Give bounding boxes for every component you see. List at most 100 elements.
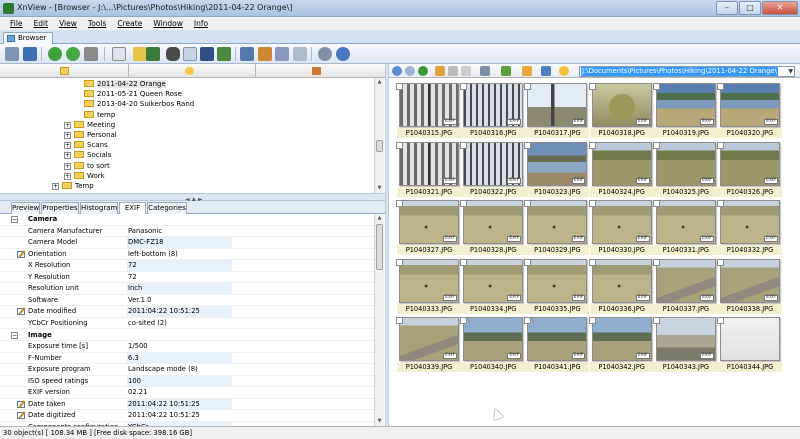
thumbnail[interactable]: EXIF P1040339.JPG (392, 315, 461, 374)
reload-icon[interactable] (66, 47, 80, 61)
menu-view[interactable]: View (59, 19, 77, 28)
thumbnail-image[interactable]: EXIF (655, 200, 716, 245)
thumbnail-checkbox[interactable] (524, 258, 532, 266)
thumbnail-image[interactable]: EXIF (399, 83, 459, 127)
exif-row[interactable]: Date taken 2011:04:22 10:51:25 (0, 398, 374, 411)
exif-row[interactable]: Orientation left-bottom (8) (0, 249, 374, 261)
thumbnail-image[interactable]: EXIF (399, 141, 459, 186)
thumbnail[interactable]: EXIF P1040326.JPG (713, 140, 782, 199)
thumbnail-checkbox[interactable] (524, 83, 532, 90)
thumbnail-image[interactable]: EXIF (399, 258, 459, 303)
thumbnail[interactable]: EXIF P1040328.JPG (456, 198, 526, 257)
up-arrow-icon[interactable] (418, 66, 428, 76)
filter-icon[interactable] (522, 66, 532, 76)
thumbnail-image[interactable]: EXIF (399, 200, 459, 245)
exif-row[interactable]: Y Resolution 72 (0, 272, 374, 284)
back-arrow-icon[interactable] (392, 66, 402, 76)
sync-icon[interactable] (541, 66, 551, 76)
tree-item[interactable]: 2013-04-20 Suikerbos Rand (84, 99, 194, 109)
thumbnail-checkbox[interactable] (588, 83, 596, 90)
thumbnail-checkbox[interactable] (460, 258, 468, 266)
thumbnail[interactable]: EXIF P1040329.JPG (520, 198, 590, 257)
forward-arrow-icon[interactable] (405, 66, 415, 76)
thumbnail[interactable]: EXIF P1040337.JPG (649, 257, 718, 316)
binoculars-icon[interactable] (166, 47, 180, 61)
menu-tools[interactable]: Tools (88, 19, 106, 28)
thumbnail-image[interactable]: EXIF (399, 317, 459, 362)
convert-icon[interactable] (240, 47, 254, 61)
thumbnail-image[interactable]: EXIF (655, 83, 716, 127)
thumbnail-image[interactable]: EXIF (527, 200, 588, 245)
exif-row[interactable]: Exposure time [s] 1/500 (0, 341, 374, 353)
thumbnail[interactable]: EXIF P1040324.JPG (585, 140, 654, 199)
thumbnail[interactable]: EXIF P1040340.JPG (456, 315, 526, 374)
thumbnail[interactable]: EXIF P1040322.JPG (456, 140, 526, 199)
info-icon[interactable] (336, 47, 350, 61)
move-icon[interactable] (146, 47, 160, 61)
thumbnail-checkbox[interactable] (588, 200, 596, 208)
thumbnail-image[interactable]: EXIF (591, 258, 652, 303)
thumbnail[interactable]: EXIF P1040332.JPG (713, 198, 782, 257)
folders-tab-icon[interactable] (60, 67, 69, 75)
expand-icon[interactable]: + (64, 162, 71, 170)
screen-capture-icon[interactable] (275, 47, 289, 61)
camera-icon[interactable] (84, 47, 98, 61)
tree-scrollbar[interactable]: ▲ ▼ (374, 78, 384, 193)
new-folder-icon[interactable] (435, 66, 445, 76)
close-button[interactable]: ✕ (762, 1, 798, 15)
tab-browser[interactable]: Browser (3, 32, 53, 44)
view-mode-icon[interactable] (480, 66, 490, 76)
menu-create[interactable]: Create (117, 19, 142, 28)
thumbnail[interactable]: EXIF P1040316.JPG (456, 81, 526, 140)
exif-row[interactable]: F-Number 6.3 (0, 352, 374, 365)
thumbnail-checkbox[interactable] (396, 258, 403, 266)
tree-item[interactable]: + Personal (64, 130, 117, 140)
thumbnail-checkbox[interactable] (717, 83, 724, 90)
exif-scrollbar[interactable]: ▲ ▼ (374, 214, 384, 426)
tree-item[interactable]: + Work (64, 171, 105, 181)
thumbnail-checkbox[interactable] (524, 317, 532, 325)
sort-icon[interactable] (501, 66, 511, 76)
exif-row[interactable]: ISO speed ratings 100 (0, 375, 374, 388)
refresh-icon[interactable] (48, 47, 62, 61)
expand-icon[interactable]: + (64, 132, 71, 139)
exif-row[interactable]: Camera Manufacturer Panasonic (0, 226, 374, 238)
categories-tab-icon[interactable] (312, 67, 321, 75)
tree-item[interactable]: 2011-05-21 Queen Rose (84, 89, 182, 99)
exif-row[interactable]: Resolution unit Inch (0, 283, 374, 295)
thumbnail[interactable]: EXIF P1040335.JPG (520, 257, 590, 316)
thumbnail-image[interactable]: EXIF (463, 200, 524, 245)
exif-row[interactable]: X Resolution 72 (0, 260, 374, 272)
chevron-down-icon[interactable]: ▼ (788, 67, 793, 76)
menu-edit[interactable]: Edit (34, 19, 49, 28)
tree-item[interactable]: + Meeting (64, 120, 115, 130)
thumbnail-image[interactable]: EXIF (720, 83, 780, 127)
thumbnail-checkbox[interactable] (652, 141, 660, 149)
tree-item[interactable]: + Socials (64, 150, 111, 160)
thumbnail-checkbox[interactable] (717, 258, 724, 266)
exif-section[interactable]: − Camera (0, 214, 374, 226)
thumbnail-image[interactable]: EXIF (591, 200, 652, 245)
expand-icon[interactable]: + (64, 152, 71, 160)
thumbnail-checkbox[interactable] (396, 317, 403, 325)
thumbnail[interactable]: EXIF P1040341.JPG (520, 315, 590, 374)
tree-item[interactable]: + Scans (64, 140, 108, 150)
image-icon[interactable] (217, 47, 231, 61)
expand-icon[interactable]: + (64, 121, 71, 129)
collapse-icon[interactable]: − (11, 331, 18, 339)
thumbnail[interactable]: EXIF P1040333.JPG (392, 257, 461, 316)
settings-gear-icon[interactable] (318, 47, 332, 61)
thumbnail-image[interactable]: EXIF (720, 258, 780, 303)
thumbnail[interactable]: P1040344.JPG (713, 315, 782, 374)
thumbnail-checkbox[interactable] (524, 200, 532, 208)
thumbnail[interactable]: EXIF P1040343.JPG (649, 315, 718, 374)
collapse-icon[interactable]: − (11, 216, 18, 223)
maximize-button[interactable]: □ (739, 1, 761, 15)
thumbnail-checkbox[interactable] (717, 200, 724, 208)
thumbnail-checkbox[interactable] (588, 141, 596, 149)
menu-file[interactable]: File (10, 19, 23, 28)
tab-categories[interactable]: Categories (147, 202, 187, 214)
tree-item[interactable]: + Temp (52, 181, 94, 191)
thumbnail-checkbox[interactable] (652, 200, 660, 208)
path-text[interactable]: J:\Documents\Pictures\Photos\Hiking\2011… (581, 67, 778, 76)
